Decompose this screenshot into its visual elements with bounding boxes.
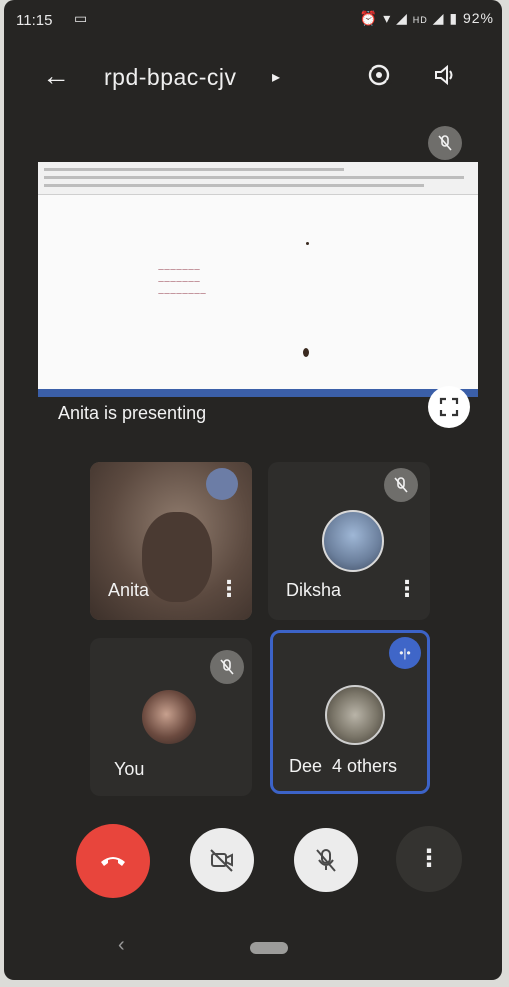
- mic-off-button[interactable]: [294, 828, 358, 892]
- participant-tile-diksha[interactable]: Diksha ⋮: [268, 462, 430, 620]
- signal-icon-2: ◢: [432, 10, 445, 26]
- battery-icon: ▮: [449, 10, 459, 26]
- chevron-right-icon[interactable]: ▸: [272, 67, 280, 87]
- presenting-label: Anita is presenting: [58, 403, 207, 423]
- fullscreen-button[interactable]: [428, 386, 470, 428]
- cast-icon: ▭: [74, 10, 88, 26]
- speaking-indicator-icon: •|•: [389, 637, 421, 669]
- avatar: [325, 685, 385, 745]
- participant-name: Anita: [108, 580, 150, 600]
- avatar: [142, 690, 196, 744]
- more-options-icon[interactable]: ⋮: [218, 576, 240, 602]
- battery-percent: 92%: [462, 10, 494, 26]
- speaking-indicator-icon: [206, 468, 238, 500]
- system-nav-bar: ‹: [4, 920, 502, 980]
- home-pill[interactable]: [250, 942, 288, 954]
- mic-off-icon: [210, 650, 244, 684]
- participant-name: Diksha: [286, 580, 342, 600]
- switch-camera-icon[interactable]: [366, 62, 392, 95]
- alarm-icon: ⏰: [359, 10, 379, 26]
- back-arrow-icon[interactable]: ←: [42, 60, 70, 92]
- end-call-button[interactable]: [76, 824, 150, 898]
- shared-screen-taskbar: [38, 389, 478, 397]
- presenter-mic-off-icon: [428, 126, 462, 160]
- participant-tile-others[interactable]: •|• Dee 4 others: [270, 630, 430, 794]
- more-options-icon[interactable]: ⋮: [396, 576, 418, 602]
- shared-screen-toolbar: [38, 162, 478, 195]
- mic-off-icon: [384, 468, 418, 502]
- status-icons: ⏰ ▾ ◢ HD ◢ ▮ 92%: [360, 10, 494, 27]
- wifi-icon: ▾: [383, 10, 392, 26]
- participant-tile-you[interactable]: You: [90, 638, 252, 796]
- more-options-button[interactable]: ⋮: [396, 826, 462, 892]
- phone-screen: 11:15 ▭ ⏰ ▾ ◢ HD ◢ ▮ 92% ← rpd-bpac-cjv …: [4, 0, 502, 980]
- camera-off-button[interactable]: [190, 828, 254, 892]
- participant-name: Dee 4 others: [289, 756, 398, 776]
- shared-mark: [306, 242, 309, 245]
- participant-face: [142, 512, 212, 602]
- status-time: 11:15: [16, 12, 53, 29]
- speaker-icon[interactable]: [432, 62, 458, 94]
- shared-text-line: ———————: [158, 278, 200, 285]
- signal-icon: ◢: [396, 10, 408, 26]
- back-chevron-icon[interactable]: ‹: [118, 934, 125, 957]
- participant-name: You: [114, 759, 145, 779]
- hd-indicator: HD: [412, 15, 428, 25]
- shared-cursor: [303, 348, 309, 357]
- participant-tile-anita[interactable]: Anita ⋮: [90, 462, 252, 620]
- meeting-header: ← rpd-bpac-cjv ▸: [4, 58, 502, 108]
- status-bar: 11:15 ▭ ⏰ ▾ ◢ HD ◢ ▮ 92%: [4, 0, 502, 40]
- shared-screen[interactable]: ——————— ——————— ————————: [38, 162, 478, 397]
- shared-text-line: ————————: [158, 290, 206, 297]
- meeting-code[interactable]: rpd-bpac-cjv: [104, 64, 237, 91]
- avatar: [322, 510, 384, 572]
- shared-text-line: ———————: [158, 266, 200, 273]
